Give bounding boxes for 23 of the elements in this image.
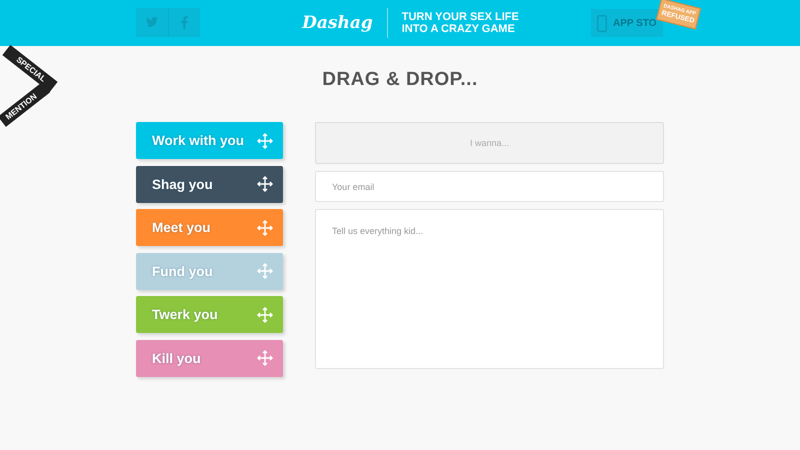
tagline: INTO A CRAZY GAME	[402, 23, 516, 35]
message-field[interactable]: Tell us everything kid...	[315, 209, 664, 369]
draggable-option[interactable]: Kill you	[136, 340, 283, 376]
tagline: TURN YOUR SEX LIFE	[402, 11, 519, 23]
move-icon	[257, 263, 273, 279]
move-icon	[257, 350, 273, 366]
draggable-option[interactable]: Twerk you	[136, 296, 283, 333]
move-icon	[257, 306, 273, 322]
draggable-option[interactable]: Work with you	[136, 122, 283, 159]
draggable-option[interactable]: Meet you	[136, 209, 283, 246]
bird-icon	[146, 17, 158, 27]
move-icon	[257, 176, 273, 192]
f-letter-icon	[180, 16, 188, 28]
drop-zone[interactable]: I wanna...	[315, 122, 664, 164]
email-field[interactable]: Your email	[315, 171, 664, 202]
move-icon	[257, 132, 273, 148]
move-icon	[257, 220, 273, 236]
draggable-option[interactable]: Shag you	[136, 166, 283, 202]
page-title: DRAG & DROP...	[322, 68, 478, 91]
phone-icon	[597, 14, 607, 32]
app-store-button[interactable]: APP STO	[591, 9, 663, 37]
logo: Dashag	[302, 13, 373, 33]
draggable-option[interactable]: Fund you	[136, 252, 283, 290]
